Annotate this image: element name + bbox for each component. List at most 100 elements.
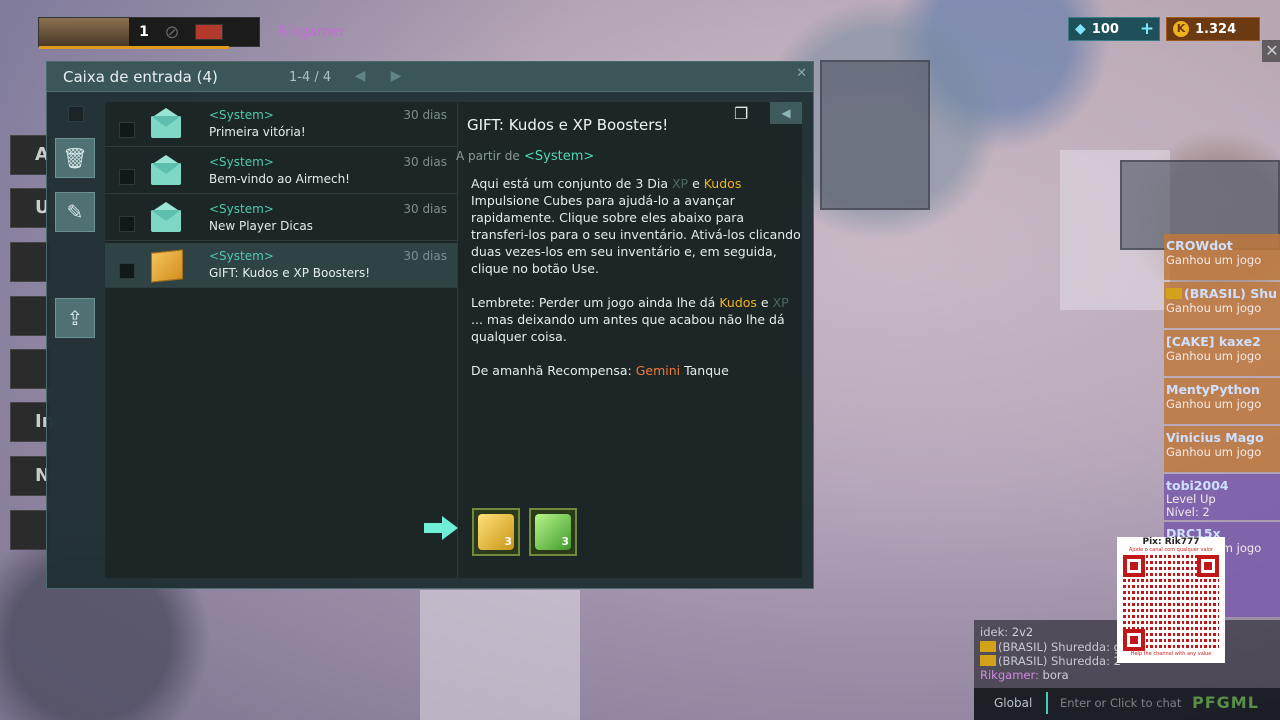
chat-message: (BRASIL) Shuredda: g <box>980 640 1121 654</box>
chat-channel-selector[interactable]: Global <box>994 696 1032 710</box>
feed-action: Ganhou um jogo <box>1166 397 1262 411</box>
chat-author: (BRASIL) Shuredda: <box>998 654 1110 668</box>
badge-count: 3 <box>478 514 514 550</box>
mail-age: 30 dias <box>403 155 447 169</box>
mail-sender: <System> <box>209 249 274 263</box>
inbox-close-icon[interactable]: ✕ <box>796 66 807 81</box>
feed-action-detail: Nível: 2 <box>1166 505 1210 519</box>
side-menu-button[interactable] <box>10 296 50 336</box>
copy-icon[interactable]: ❐ <box>734 104 754 126</box>
feed-item: CROWdot Ganhou um jogo <box>1164 234 1280 280</box>
player-level: 1 <box>139 24 149 40</box>
buy-gems-button[interactable]: + <box>1135 19 1159 39</box>
chat-message: idek: 2v2 <box>980 625 1033 639</box>
qr-code <box>1123 555 1219 651</box>
feed-player: (BRASIL) Shu <box>1166 286 1278 301</box>
gems-amount: 100 <box>1091 21 1119 37</box>
chat-input-bar: Global Enter or Click to chat PFGML <box>974 688 1280 720</box>
feed-player: [CAKE] kaxe2 <box>1166 334 1261 349</box>
mail-sender: <System> <box>209 202 274 216</box>
side-menu-button[interactable]: In <box>10 402 55 442</box>
xp-keyword: XP <box>772 295 789 310</box>
inbox-tray-icon[interactable]: ⇪ <box>55 298 95 338</box>
text: e <box>688 176 704 191</box>
chat-author: (BRASIL) Shuredda: <box>998 640 1110 654</box>
flag-icon <box>195 24 223 40</box>
player-status-bar[interactable]: 1 ⊘ <box>38 17 260 49</box>
mail-sender: <System> <box>209 155 274 169</box>
feed-player: MentyPython <box>1166 382 1260 397</box>
side-menu-button[interactable]: N <box>10 456 50 496</box>
kudos-keyword: Kudos <box>719 295 757 310</box>
chat-text: 2v2 <box>1008 625 1034 639</box>
kudos-coin-icon: K <box>1173 21 1189 37</box>
feed-item: MentyPython Ganhou um jogo <box>1164 378 1280 424</box>
feed-player: tobi2004 <box>1166 478 1229 493</box>
clan-tag-icon <box>980 655 996 666</box>
mail-paragraph: Aqui está um conjunto de 3 Dia XP e Kudo… <box>471 175 801 277</box>
mail-subject: GIFT: Kudos e XP Boosters! <box>209 266 371 280</box>
trash-icon[interactable]: 🗑 <box>55 138 95 178</box>
background-structure <box>820 60 930 210</box>
side-menu-button[interactable] <box>10 510 50 550</box>
mail-subject: New Player Dicas <box>209 219 313 233</box>
player-xp-bar <box>39 46 229 49</box>
mail-from-sender: <System> <box>524 149 595 164</box>
no-entry-icon: ⊘ <box>164 21 180 43</box>
chat-input[interactable]: Enter or Click to chat <box>1060 696 1181 710</box>
mail-list-item[interactable]: <System> Bem-vindo ao Airmech! 30 dias <box>105 149 457 194</box>
gems-counter: ◆ 100 + <box>1068 17 1160 41</box>
inbox-pager: 1-4 / 4 <box>289 70 332 85</box>
next-page-arrow-icon[interactable]: ▶ <box>387 68 405 86</box>
feed-item: Vinicius Mago Ganhou um jogo <box>1164 426 1280 472</box>
chat-author: idek: <box>980 625 1009 639</box>
kudos-booster-cube[interactable]: 3 <box>472 508 520 556</box>
qr-footer: Help the channel with any value <box>1130 651 1212 657</box>
chat-divider <box>1046 692 1048 714</box>
qr-subtitle: Ajude o canal com qualquer valor <box>1128 547 1214 553</box>
mail-subject: Bem-vindo ao Airmech! <box>209 172 350 186</box>
envelope-icon <box>151 155 183 187</box>
back-arrow-icon[interactable]: ◀ <box>770 102 802 124</box>
text: Tanque <box>680 363 729 378</box>
envelope-icon <box>151 202 183 234</box>
gemini-keyword: Gemini <box>635 363 681 378</box>
mail-age: 30 dias <box>403 249 447 263</box>
mail-checkbox[interactable] <box>119 169 135 185</box>
donation-qr-overlay: Pix: Rik777 Ajude o canal com qualquer v… <box>1117 537 1225 663</box>
text: Lembrete: Perder um jogo ainda lhe dá <box>471 295 720 310</box>
chat-text: bora <box>1038 668 1069 682</box>
close-icon[interactable]: ✕ <box>1262 40 1280 62</box>
mail-sender: <System> <box>209 108 274 122</box>
mail-checkbox[interactable] <box>119 216 135 232</box>
inbox-toolbar: 🗑 ✎ ⇪ <box>53 102 97 580</box>
feed-item: tobi2004 Level Up Nível: 2 <box>1164 474 1280 520</box>
mail-list-item-selected[interactable]: <System> GIFT: Kudos e XP Boosters! 30 d… <box>105 243 457 288</box>
side-menu-button[interactable]: U <box>10 188 50 228</box>
chat-author: Rikgamer: <box>980 668 1039 682</box>
arrow-right-icon <box>424 516 458 540</box>
qr-finder-pattern <box>1123 555 1145 577</box>
xp-keyword: XP <box>671 176 689 191</box>
feed-item: (BRASIL) Shu Ganhou um jogo <box>1164 282 1280 328</box>
xp-booster-cube[interactable]: 3 <box>529 508 577 556</box>
feed-action: Ganhou um jogo <box>1166 349 1262 363</box>
qr-finder-pattern <box>1197 555 1219 577</box>
compose-icon[interactable]: ✎ <box>55 192 95 232</box>
prev-page-arrow-icon[interactable]: ◀ <box>351 68 369 86</box>
mail-paragraph: De amanhã Recompensa: Gemini Tanque <box>471 362 801 379</box>
side-menu-button[interactable]: A <box>10 135 50 175</box>
mail-list-item[interactable]: <System> New Player Dicas 30 dias <box>105 196 457 241</box>
qr-title: Pix: Rik777 <box>1142 537 1200 547</box>
mail-checkbox[interactable] <box>119 122 135 138</box>
side-menu-button[interactable] <box>10 242 50 282</box>
text: De amanhã Recompensa: <box>471 363 636 378</box>
mail-checkbox[interactable] <box>119 263 135 279</box>
side-menu-button[interactable] <box>10 349 50 389</box>
select-all-checkbox[interactable] <box>68 106 84 122</box>
mail-list: <System> Primeira vitória! 30 dias <Syst… <box>105 102 457 578</box>
mail-paragraph: Lembrete: Perder um jogo ainda lhe dá Ku… <box>471 294 801 345</box>
diamond-icon: ◆ <box>1075 21 1086 37</box>
gift-box-icon <box>151 249 183 283</box>
mail-list-item[interactable]: <System> Primeira vitória! 30 dias <box>105 102 457 147</box>
